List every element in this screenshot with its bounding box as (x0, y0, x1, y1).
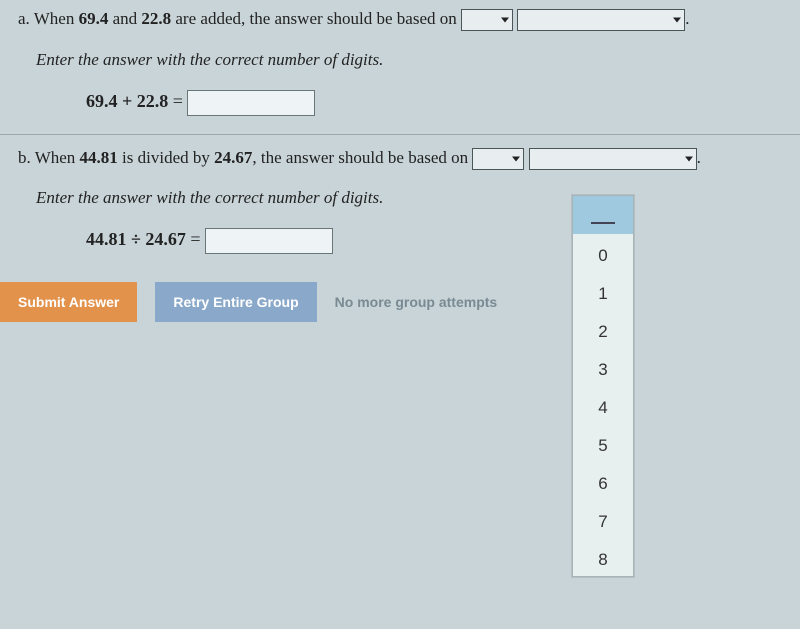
equation-a: 69.4 + 22.8 = (86, 90, 782, 116)
equals-sign: = (173, 91, 183, 111)
answer-input-a[interactable] (187, 90, 315, 116)
equals-sign: = (190, 229, 200, 249)
value-a1: 69.4 (79, 9, 109, 28)
label-b: b. (18, 148, 31, 167)
dropdown-a-count[interactable] (461, 9, 513, 31)
dropdown-option-2[interactable]: 2 (573, 310, 633, 348)
dropdown-options-panel: 0 1 2 3 4 5 6 7 8 (572, 195, 634, 577)
dropdown-option-5[interactable]: 5 (573, 424, 633, 462)
text: . (685, 9, 689, 28)
chevron-down-icon (673, 18, 681, 23)
equation-lhs: 69.4 + 22.8 (86, 91, 168, 111)
chevron-down-icon (501, 18, 509, 23)
value-a2: 22.8 (141, 9, 171, 28)
instruction-a: Enter the answer with the correct number… (36, 50, 782, 70)
text: When (34, 9, 79, 28)
dropdown-option-blank[interactable] (573, 196, 633, 234)
text: is divided by (118, 148, 214, 167)
chevron-down-icon (685, 156, 693, 161)
dash-icon (591, 222, 615, 224)
button-row: Submit Answer Retry Entire Group No more… (0, 282, 782, 322)
dropdown-option-6[interactable]: 6 (573, 462, 633, 500)
submit-answer-button[interactable]: Submit Answer (0, 282, 137, 322)
dropdown-option-8[interactable]: 8 (573, 538, 633, 576)
retry-group-button[interactable]: Retry Entire Group (155, 282, 316, 322)
instruction-b: Enter the answer with the correct number… (36, 188, 782, 208)
question-b: b. When 44.81 is divided by 24.67, the a… (0, 134, 800, 255)
label-a: a. (18, 9, 30, 28)
dropdown-b-count[interactable] (472, 148, 524, 170)
equation-b: 44.81 ÷ 24.67 = (86, 228, 782, 254)
text: When (35, 148, 80, 167)
dropdown-a-type[interactable] (517, 9, 685, 31)
value-b1: 44.81 (80, 148, 118, 167)
no-more-attempts-label: No more group attempts (335, 294, 498, 310)
value-b2: 24.67 (214, 148, 252, 167)
dropdown-option-7[interactable]: 7 (573, 500, 633, 538)
dropdown-option-4[interactable]: 4 (573, 386, 633, 424)
text: , the answer should be based on (252, 148, 472, 167)
chevron-down-icon (512, 156, 520, 161)
text: . (697, 148, 701, 167)
dropdown-b-type[interactable] (529, 148, 697, 170)
dropdown-option-3[interactable]: 3 (573, 348, 633, 386)
question-a: a. When 69.4 and 22.8 are added, the ans… (18, 6, 782, 116)
prompt-a: a. When 69.4 and 22.8 are added, the ans… (18, 6, 782, 32)
question-content: a. When 69.4 and 22.8 are added, the ans… (0, 0, 800, 340)
prompt-b: b. When 44.81 is divided by 24.67, the a… (18, 145, 782, 171)
equation-lhs: 44.81 ÷ 24.67 (86, 229, 186, 249)
text: are added, the answer should be based on (171, 9, 461, 28)
text: and (108, 9, 141, 28)
answer-input-b[interactable] (205, 228, 333, 254)
dropdown-option-0[interactable]: 0 (573, 234, 633, 272)
dropdown-option-1[interactable]: 1 (573, 272, 633, 310)
